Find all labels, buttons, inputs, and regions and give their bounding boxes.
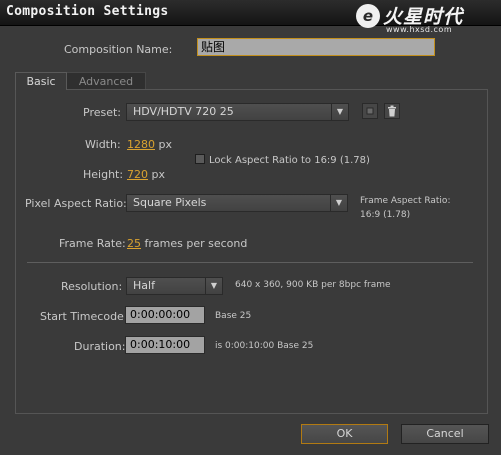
- width-value[interactable]: 1280: [127, 138, 155, 151]
- lock-aspect-checkbox[interactable]: [195, 154, 205, 164]
- height-field[interactable]: 720 px: [127, 168, 165, 181]
- frame-rate-field[interactable]: 25 frames per second: [127, 237, 247, 250]
- trash-icon: [388, 105, 396, 117]
- duration-input[interactable]: 0:00:10:00: [125, 336, 205, 354]
- start-timecode-info: Base 25: [215, 311, 252, 321]
- duration-info: is 0:00:10:00 Base 25: [215, 341, 314, 351]
- resolution-label: Resolution:: [61, 280, 123, 293]
- divider: [27, 262, 473, 263]
- duration-label: Duration:: [74, 340, 126, 353]
- composition-name-label: Composition Name:: [64, 43, 173, 56]
- tab-advanced[interactable]: Advanced: [67, 72, 146, 90]
- start-timecode-label: Start Timecode:: [40, 310, 128, 323]
- width-field[interactable]: 1280 px: [127, 138, 172, 151]
- window-title: Composition Settings: [6, 4, 169, 19]
- resolution-info: 640 x 360, 900 KB per 8bpc frame: [235, 280, 391, 290]
- watermark-logo-icon: e: [356, 4, 380, 28]
- ok-button[interactable]: OK: [301, 424, 388, 444]
- height-unit: px: [151, 168, 166, 181]
- start-timecode-input[interactable]: 0:00:00:00: [125, 306, 205, 324]
- pixel-aspect-label: Pixel Aspect Ratio:: [25, 197, 127, 210]
- delete-preset-button[interactable]: [384, 103, 400, 119]
- save-preset-button[interactable]: [362, 103, 378, 119]
- resolution-value: Half: [133, 279, 155, 292]
- composition-name-input[interactable]: 贴图: [197, 38, 435, 56]
- lock-aspect-label: Lock Aspect Ratio to 16:9 (1.78): [209, 155, 370, 166]
- chevron-down-icon: ▼: [205, 278, 222, 294]
- preset-dropdown[interactable]: HDV/HDTV 720 25 ▼: [126, 103, 349, 121]
- height-value[interactable]: 720: [127, 168, 148, 181]
- chevron-down-icon: ▼: [331, 104, 348, 120]
- frame-rate-label: Frame Rate:: [59, 237, 126, 250]
- cancel-button[interactable]: Cancel: [401, 424, 489, 444]
- title-bar[interactable]: Composition Settings e 火星时代 www.hxsd.com: [0, 0, 501, 34]
- frame-rate-unit: frames per second: [144, 237, 248, 250]
- height-label: Height:: [83, 168, 124, 181]
- save-preset-icon: [366, 107, 374, 115]
- frame-aspect-value: 16:9 (1.78): [360, 210, 411, 220]
- pixel-aspect-value: Square Pixels: [133, 196, 207, 209]
- width-unit: px: [158, 138, 173, 151]
- resolution-dropdown[interactable]: Half ▼: [126, 277, 223, 295]
- width-label: Width:: [85, 138, 121, 151]
- preset-value: HDV/HDTV 720 25: [133, 105, 234, 118]
- chevron-down-icon: ▼: [330, 195, 347, 211]
- watermark-url: www.hxsd.com: [386, 25, 453, 34]
- preset-label: Preset:: [83, 106, 122, 119]
- tab-basic[interactable]: Basic: [15, 72, 67, 90]
- frame-rate-value[interactable]: 25: [127, 237, 141, 250]
- frame-aspect-title: Frame Aspect Ratio:: [360, 196, 451, 206]
- pixel-aspect-dropdown[interactable]: Square Pixels ▼: [126, 194, 348, 212]
- watermark-logo: e 火星时代 www.hxsd.com: [356, 2, 491, 36]
